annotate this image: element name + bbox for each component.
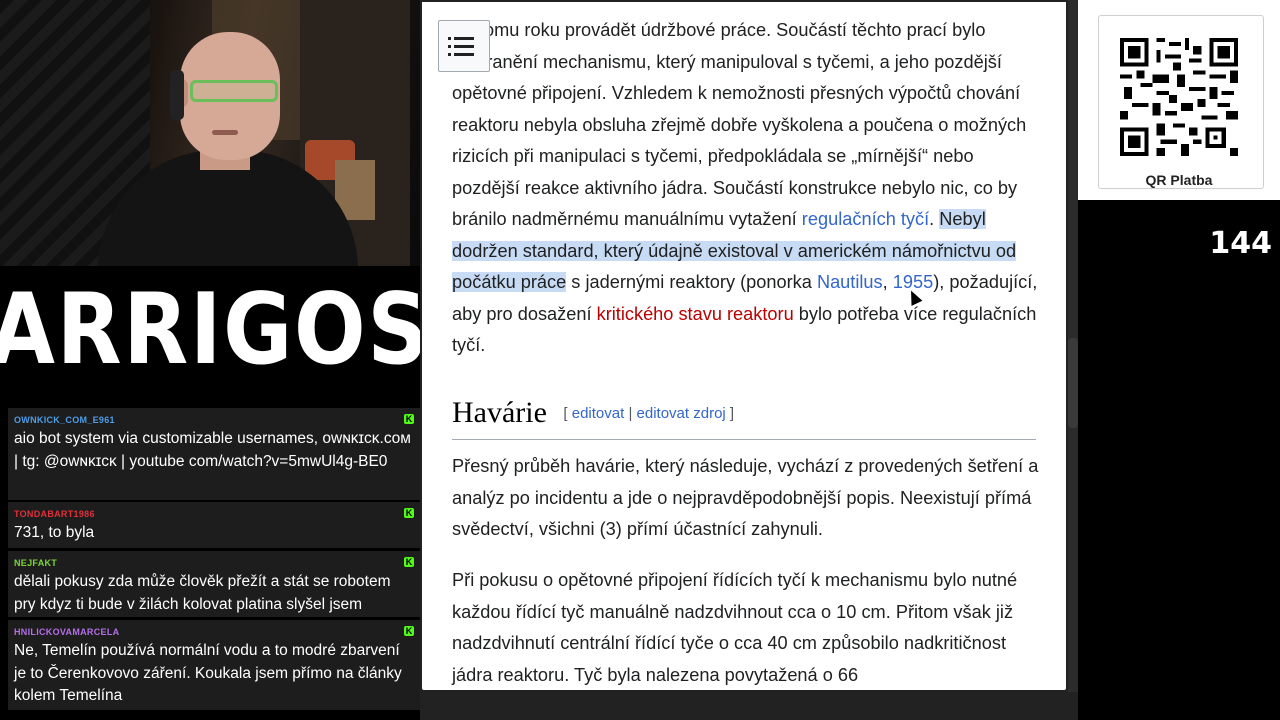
wiki-article: omu roku provádět údržbové práce. Součás… (422, 2, 1066, 690)
kick-icon: K (404, 414, 414, 424)
table-of-contents-button[interactable] (438, 20, 490, 72)
paragraph-text: s jadernými reaktory (ponorka (566, 272, 817, 292)
bracket: ] (729, 405, 735, 422)
qr-label-text: QR Platba (1139, 172, 1219, 188)
chat-text: aio bot system via customizable username… (14, 430, 411, 470)
kick-icon: K (404, 508, 414, 518)
logo-text: ARRIGOS (0, 273, 430, 387)
chat-text: 731, to byla (14, 524, 95, 541)
article-paragraph: Při pokusu o opětovné připojení řídících… (452, 570, 1018, 685)
streamer-mouth (212, 130, 238, 135)
edit-links: [ editovat | editovat zdroj ] (563, 405, 734, 422)
chat-message: OWNKICK_COM_E961 K aio bot system via cu… (8, 408, 420, 500)
headset (170, 70, 184, 120)
redlink-kritickeho-stavu[interactable]: kritického stavu reaktoru (597, 304, 794, 324)
chat-username: TONDABART1986 (14, 509, 95, 519)
browser-window: omu roku provádět údržbové práce. Součás… (420, 0, 1078, 720)
edit-source-link[interactable]: editovat zdroj (637, 405, 726, 422)
paragraph-text: omu roku provádět údržbové práce. Součás… (452, 20, 1027, 229)
section-heading: Havárie [ editovat | editovat zdroj ] (452, 396, 1036, 440)
edit-link[interactable]: editovat (572, 405, 625, 422)
glasses (190, 80, 278, 102)
channel-logo: ARRIGOS (0, 266, 428, 394)
qr-label: QR Platba (1078, 172, 1280, 188)
link-regulacnich-tyci[interactable]: regulačních tyčí (802, 209, 929, 229)
list-icon (448, 36, 474, 56)
chat-username: NEJFAKT (14, 558, 58, 568)
chat-message: NEJFAKT K dělali pokusy zda může člověk … (8, 551, 420, 617)
scrollbar-thumb[interactable] (1068, 338, 1078, 428)
viewer-counter: 144 (1209, 226, 1272, 261)
chat-username: HNILICKOVAMARCELA (14, 627, 120, 637)
kick-icon: K (404, 626, 414, 636)
qr-code-icon (1120, 38, 1238, 156)
chat-text: dělali pokusy zda může člověk přežít a s… (14, 573, 391, 613)
chat-message: HNILICKOVAMARCELA K Ne, Temelín používá … (8, 620, 420, 710)
chat-message: TONDABART1986 K 731, to byla (8, 502, 420, 548)
chat-username: OWNKICK_COM_E961 (14, 415, 115, 425)
article-paragraph: omu roku provádět údržbové práce. Součás… (452, 15, 1042, 362)
section-title: Havárie (452, 396, 547, 429)
paragraph-text: , (882, 272, 893, 292)
kick-icon: K (404, 557, 414, 567)
qr-payment-panel: QR Platba (1078, 0, 1280, 200)
link-nautilus[interactable]: Nautilus (817, 272, 883, 292)
bracket: [ (563, 405, 568, 422)
article-paragraph: Přesný průběh havárie, který následuje, … (452, 456, 1039, 539)
separator: | (628, 405, 633, 422)
paragraph-text: . (929, 209, 940, 229)
chat-text: Ne, Temelín používá normální vodu a to m… (14, 642, 402, 704)
chat-panel: OWNKICK_COM_E961 K aio bot system via cu… (0, 394, 420, 720)
webcam-feed (0, 0, 420, 266)
